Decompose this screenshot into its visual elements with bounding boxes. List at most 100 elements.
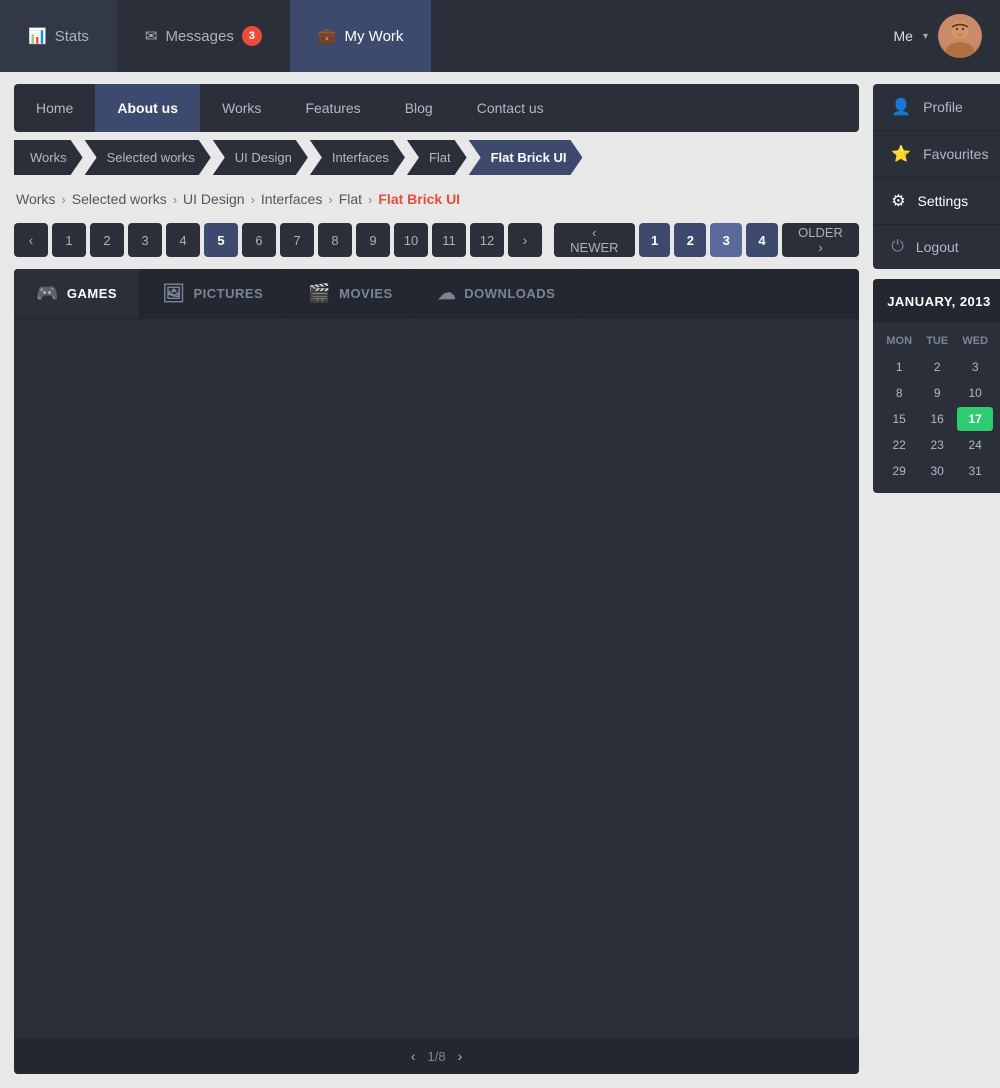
- bc-selectedworks[interactable]: Selected works: [72, 191, 167, 207]
- nav-blog[interactable]: Blog: [383, 84, 455, 132]
- older-btn[interactable]: OLDER ›: [782, 223, 859, 257]
- page-1[interactable]: 1: [52, 223, 86, 257]
- arrow-flatbrickui[interactable]: Flat Brick UI: [469, 140, 583, 175]
- cal-day-11[interactable]: 11: [995, 381, 1000, 405]
- user-name: Me: [894, 28, 913, 44]
- page-2[interactable]: 2: [90, 223, 124, 257]
- messages-tab[interactable]: ✉ Messages 3: [117, 0, 290, 72]
- cal-day-3[interactable]: 3: [957, 355, 993, 379]
- profile-icon: 👤: [891, 97, 911, 117]
- cal-day-25[interactable]: 25: [995, 433, 1000, 457]
- cal-day-10[interactable]: 10: [957, 381, 993, 405]
- cal-day-31[interactable]: 31: [957, 459, 993, 483]
- movies-icon: 🎬: [308, 283, 331, 304]
- nav-aboutus[interactable]: About us: [95, 84, 200, 132]
- page-numbers: ‹ 1 2 3 4 5 6 7 8 9 10 11 12 ›: [14, 223, 542, 257]
- nav-works[interactable]: Works: [200, 84, 283, 132]
- star-icon: ⭐: [891, 144, 911, 164]
- avatar[interactable]: [938, 14, 982, 58]
- user-menu-trigger[interactable]: Me ▾: [894, 0, 1000, 72]
- cal-day-17[interactable]: 17: [957, 407, 993, 431]
- calendar-day-names: MON TUE WED THU FRI SAT SUN: [881, 331, 1000, 351]
- arrow-flat[interactable]: Flat: [407, 140, 467, 175]
- dropdown-favourites[interactable]: ⭐ Favourites: [873, 131, 1000, 178]
- cal-day-2[interactable]: 2: [919, 355, 955, 379]
- page-6[interactable]: 6: [242, 223, 276, 257]
- dropdown-settings[interactable]: ⚙ Settings: [873, 178, 1000, 225]
- power-icon: ⏻: [891, 238, 904, 256]
- messages-badge: 3: [242, 26, 262, 46]
- avatar-image: [938, 14, 982, 58]
- no-page-2[interactable]: 2: [674, 223, 706, 257]
- cal-day-18[interactable]: 18: [995, 407, 1000, 431]
- cal-day-next-1: 1: [995, 459, 1000, 483]
- mywork-tab[interactable]: 💼 My Work: [290, 0, 432, 72]
- page-11[interactable]: 11: [432, 223, 466, 257]
- page-next-btn[interactable]: ›: [508, 223, 542, 257]
- content-panel: 🎮 GAMES 🖼 PICTURES 🎬 MOVIES ☁ DOWNLOADS: [14, 269, 859, 1074]
- stats-icon: 📊: [28, 27, 47, 45]
- tab-pictures[interactable]: 🖼 PICTURES: [140, 269, 286, 318]
- no-page-4[interactable]: 4: [746, 223, 778, 257]
- arrow-nav: Works Selected works UI Design Interface…: [14, 140, 859, 175]
- downloads-icon: ☁: [438, 283, 457, 304]
- content-tabs: 🎮 GAMES 🖼 PICTURES 🎬 MOVIES ☁ DOWNLOADS: [14, 269, 859, 319]
- content-pagination: 1/8: [428, 1049, 446, 1064]
- page-prev-btn[interactable]: ‹: [14, 223, 48, 257]
- cal-day-8[interactable]: 8: [881, 381, 917, 405]
- bc-uidesign[interactable]: UI Design: [183, 191, 244, 207]
- day-thu: THU: [995, 331, 1000, 351]
- cal-day-15[interactable]: 15: [881, 407, 917, 431]
- cal-day-24[interactable]: 24: [957, 433, 993, 457]
- content-next-btn[interactable]: ›: [458, 1048, 463, 1064]
- bc-works[interactable]: Works: [16, 191, 55, 207]
- tab-movies[interactable]: 🎬 MOVIES: [286, 269, 416, 318]
- text-breadcrumb: Works › Selected works › UI Design › Int…: [14, 183, 859, 215]
- cal-day-9[interactable]: 9: [919, 381, 955, 405]
- page-5[interactable]: 5: [204, 223, 238, 257]
- nav-contactus[interactable]: Contact us: [455, 84, 566, 132]
- cal-week-2: 8 9 10 11 12 13 14: [881, 381, 1000, 405]
- stats-tab[interactable]: 📊 Stats: [0, 0, 117, 72]
- cal-day-1[interactable]: 1: [881, 355, 917, 379]
- tab-pictures-label: PICTURES: [193, 286, 263, 301]
- page-4[interactable]: 4: [166, 223, 200, 257]
- content-prev-btn[interactable]: ‹: [411, 1048, 416, 1064]
- cal-day-4[interactable]: 4: [995, 355, 1000, 379]
- top-bar: 📊 Stats ✉ Messages 3 💼 My Work Me ▾: [0, 0, 1000, 72]
- bc-interfaces[interactable]: Interfaces: [261, 191, 322, 207]
- cal-day-22[interactable]: 22: [881, 433, 917, 457]
- page-8[interactable]: 8: [318, 223, 352, 257]
- page-10[interactable]: 10: [394, 223, 428, 257]
- no-page-3[interactable]: 3: [710, 223, 742, 257]
- no-page-1[interactable]: 1: [639, 223, 671, 257]
- bc-flat[interactable]: Flat: [339, 191, 362, 207]
- page-9[interactable]: 9: [356, 223, 390, 257]
- arrow-interfaces[interactable]: Interfaces: [310, 140, 405, 175]
- tab-downloads-label: DOWNLOADS: [464, 286, 555, 301]
- cal-day-16[interactable]: 16: [919, 407, 955, 431]
- pagination-row: ‹ 1 2 3 4 5 6 7 8 9 10 11 12 › ‹ NEWER 1…: [14, 223, 859, 257]
- bc-sep1: ›: [61, 192, 65, 207]
- cal-day-30[interactable]: 30: [919, 459, 955, 483]
- main-area: Home About us Works Features Blog Contac…: [0, 72, 1000, 1088]
- page-7[interactable]: 7: [280, 223, 314, 257]
- calendar-header: JANUARY, 2013 ‹ ›: [873, 279, 1000, 323]
- mywork-label: My Work: [345, 28, 404, 45]
- arrow-works[interactable]: Works: [14, 140, 83, 175]
- tab-games[interactable]: 🎮 GAMES: [14, 269, 140, 318]
- cal-week-1: 1 2 3 4 5 6 7: [881, 355, 1000, 379]
- arrow-selectedworks[interactable]: Selected works: [85, 140, 211, 175]
- dropdown-profile[interactable]: 👤 Profile: [873, 84, 1000, 131]
- nav-home[interactable]: Home: [14, 84, 95, 132]
- arrow-uidesign[interactable]: UI Design: [213, 140, 308, 175]
- dropdown-logout[interactable]: ⏻ Logout: [873, 225, 1000, 269]
- dropdown-favourites-label: Favourites: [923, 146, 988, 162]
- cal-day-23[interactable]: 23: [919, 433, 955, 457]
- page-3[interactable]: 3: [128, 223, 162, 257]
- cal-day-29[interactable]: 29: [881, 459, 917, 483]
- tab-downloads[interactable]: ☁ DOWNLOADS: [416, 269, 579, 318]
- newer-btn[interactable]: ‹ NEWER: [554, 223, 635, 257]
- nav-features[interactable]: Features: [283, 84, 382, 132]
- page-12[interactable]: 12: [470, 223, 504, 257]
